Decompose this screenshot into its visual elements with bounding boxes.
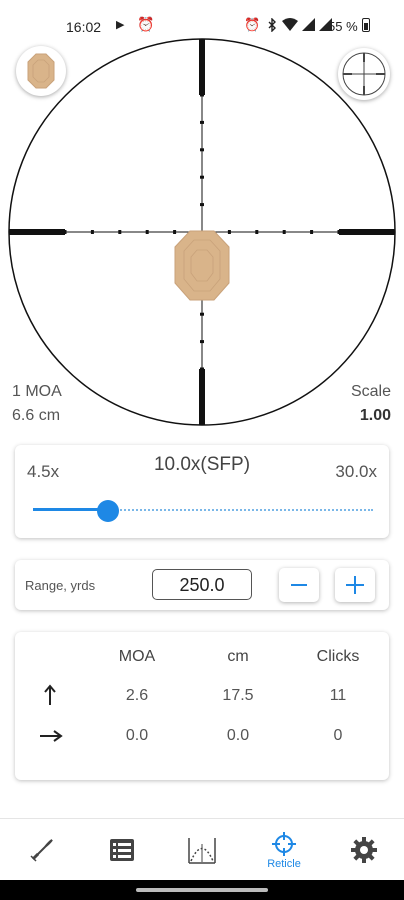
- home-indicator[interactable]: [136, 888, 268, 892]
- nav-item-bullet[interactable]: [12, 819, 72, 881]
- list-icon: [110, 839, 134, 861]
- reticle-tick: [63, 230, 67, 234]
- header-clicks: Clicks: [316, 648, 360, 665]
- crosshair-icon: [342, 52, 386, 96]
- reticle-tick: [90, 230, 94, 234]
- reticle-tick: [173, 230, 177, 234]
- reticle-tick: [200, 93, 204, 97]
- crosshair-icon: [272, 832, 296, 856]
- range-input[interactable]: 250.0: [152, 569, 252, 600]
- gear-icon: [351, 837, 377, 863]
- range-label: Range, yrds: [25, 578, 96, 593]
- range-increase-button[interactable]: [335, 568, 375, 602]
- reticle-post-right: [339, 229, 395, 235]
- target-icon: [27, 53, 55, 89]
- scale-info: Scale 1.00: [351, 380, 391, 428]
- alarm-icon: ⏰: [244, 17, 263, 32]
- scale-label: Scale: [350, 383, 391, 400]
- cell-clicks: 0: [333, 727, 343, 744]
- reticle-thumbnail[interactable]: [338, 48, 390, 100]
- system-navigation-bar: [0, 880, 404, 900]
- reticle-tick: [145, 230, 149, 234]
- bluetooth-icon: [268, 18, 276, 32]
- reticle-post-left: [9, 229, 65, 235]
- alarm-icon: ⏰: [137, 16, 155, 32]
- reticle-tick: [310, 230, 314, 234]
- nav-item-reticle[interactable]: Reticle: [254, 819, 314, 881]
- cell-clicks: 11: [329, 687, 347, 704]
- zoom-card: 4.5x 10.0x(SFP) 30.0x: [15, 445, 389, 538]
- nav-item-list[interactable]: [92, 819, 152, 881]
- header-cm: cm: [227, 648, 249, 665]
- zoom-max-label: 30.0x: [335, 462, 377, 481]
- reticle-tick: [200, 175, 204, 179]
- nav-item-settings[interactable]: [334, 819, 394, 881]
- plus-icon: [346, 576, 364, 594]
- target-center: [174, 230, 230, 301]
- scope-view[interactable]: [0, 38, 404, 428]
- reticle-size: 6.6 cm: [12, 407, 61, 424]
- reticle-tick: [200, 367, 204, 371]
- battery-icon: [362, 18, 370, 32]
- reticle-tick: [118, 230, 122, 234]
- battery-percent: 55 %: [328, 19, 358, 34]
- arrow-right-icon: [40, 730, 63, 742]
- trajectory-icon: [188, 838, 216, 864]
- wifi-icon: [282, 18, 298, 31]
- zoom-current-label: 10.0x(SFP): [153, 454, 251, 475]
- status-time: 16:02: [66, 19, 102, 35]
- reticle-tick: [200, 340, 204, 344]
- reticle-tick: [282, 230, 286, 234]
- scale-value: 1.00: [359, 407, 391, 424]
- arrow-up-icon: [44, 684, 56, 705]
- range-card: Range, yrds 250.0: [15, 560, 389, 610]
- reticle-tick: [337, 230, 341, 234]
- minus-icon: [291, 584, 307, 586]
- cell-cm: 17.5: [222, 687, 254, 704]
- nav-item-trajectory[interactable]: [172, 819, 232, 881]
- target-thumbnail[interactable]: [16, 46, 66, 96]
- corrections-table: MOA cm Clicks 2.6 17.5 11 0.0 0.0 0: [15, 632, 389, 780]
- reticle-tick: [200, 120, 204, 124]
- range-decrease-button[interactable]: [279, 568, 319, 602]
- cell-cm: 0.0: [226, 727, 250, 744]
- status-bar: 16:02 ▶ ⏰ ⏰ 55 %: [0, 0, 404, 40]
- reticle-tick: [200, 312, 204, 316]
- reticle-unit: 1 MOA: [12, 383, 62, 400]
- zoom-slider-thumb[interactable]: [96, 500, 119, 522]
- cell-moa: 2.6: [125, 687, 149, 704]
- bottom-navigation: Reticle: [0, 818, 404, 881]
- reticle-post-bottom: [199, 369, 205, 425]
- nav-label-reticle: Reticle: [267, 858, 301, 870]
- reticle-tick: [255, 230, 259, 234]
- reticle-tick: [200, 203, 204, 207]
- reticle-tick: [227, 230, 231, 234]
- play-icon: ▶: [116, 19, 125, 31]
- cell-moa: 0.0: [125, 727, 149, 744]
- reticle-post-top: [199, 39, 205, 95]
- header-moa: MOA: [118, 648, 156, 665]
- reticle-tick: [200, 148, 204, 152]
- signal-icon: [302, 18, 315, 31]
- reticle-info: 1 MOA 6.6 cm: [12, 380, 62, 428]
- bullet-icon: [30, 839, 53, 862]
